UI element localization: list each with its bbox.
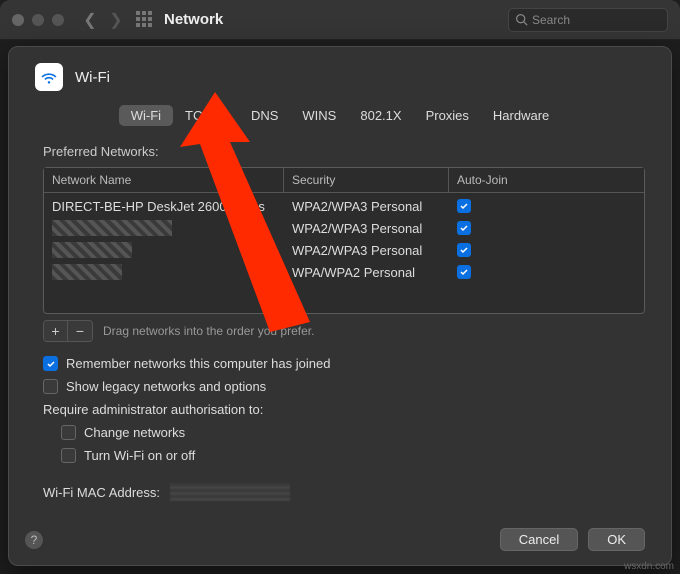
options-section: Remember networks this computer has join… — [43, 356, 645, 501]
legacy-label: Show legacy networks and options — [66, 379, 266, 394]
tab-wins[interactable]: WINS — [290, 105, 348, 126]
mac-address-label: Wi-Fi MAC Address: — [43, 485, 160, 500]
change-networks-label: Change networks — [84, 425, 185, 440]
mac-address-redacted — [170, 483, 290, 501]
autojoin-checkbox[interactable] — [457, 199, 471, 213]
require-admin-row: Require administrator authorisation to: — [43, 402, 645, 417]
window-controls — [12, 14, 64, 26]
autojoin-cell — [449, 221, 644, 235]
redacted-text — [52, 242, 132, 258]
remember-checkbox[interactable] — [43, 356, 58, 371]
redacted-text — [52, 264, 122, 280]
network-name-cell — [44, 264, 284, 280]
network-name-cell — [44, 220, 284, 236]
remember-networks-row[interactable]: Remember networks this computer has join… — [43, 356, 645, 371]
forward-button[interactable]: ❯ — [104, 8, 128, 32]
preferred-networks-label: Preferred Networks: — [43, 144, 645, 159]
col-security[interactable]: Security — [284, 168, 449, 192]
apps-grid-icon[interactable] — [136, 11, 154, 29]
zoom-window[interactable] — [52, 14, 64, 26]
minimize-window[interactable] — [32, 14, 44, 26]
security-cell: WPA2/WPA3 Personal — [284, 221, 449, 236]
require-admin-label: Require administrator authorisation to: — [43, 402, 263, 417]
table-body: DIRECT-BE-HP DeskJet 2600 series WPA2/WP… — [44, 193, 644, 313]
autojoin-cell — [449, 199, 644, 213]
watermark: wsxdn.com — [624, 561, 674, 572]
security-cell: WPA2/WPA3 Personal — [284, 243, 449, 258]
mac-address-row: Wi-Fi MAC Address: — [43, 483, 645, 501]
col-auto-join[interactable]: Auto-Join — [449, 168, 644, 192]
back-button[interactable]: ❮ — [78, 8, 102, 32]
turn-wifi-checkbox[interactable] — [61, 448, 76, 463]
network-name-cell — [44, 242, 284, 258]
remember-label: Remember networks this computer has join… — [66, 356, 330, 371]
table-row[interactable]: DIRECT-BE-HP DeskJet 2600 series WPA2/WP… — [44, 195, 644, 217]
table-header: Network Name Security Auto-Join — [44, 168, 644, 193]
ok-button[interactable]: OK — [588, 528, 645, 551]
autojoin-cell — [449, 243, 644, 257]
tab-8021x[interactable]: 802.1X — [348, 105, 413, 126]
autojoin-checkbox[interactable] — [457, 243, 471, 257]
change-networks-checkbox[interactable] — [61, 425, 76, 440]
tab-dns[interactable]: DNS — [239, 105, 290, 126]
sheet-header: Wi-Fi — [35, 63, 645, 91]
autojoin-checkbox[interactable] — [457, 221, 471, 235]
drag-hint: Drag networks into the order you prefer. — [103, 324, 314, 338]
close-window[interactable] — [12, 14, 24, 26]
security-cell: WPA/WPA2 Personal — [284, 265, 449, 280]
remove-network-button[interactable]: − — [68, 321, 92, 341]
redacted-text — [52, 220, 172, 236]
tab-hardware[interactable]: Hardware — [481, 105, 561, 126]
tab-tcpip[interactable]: TCP/IP — [173, 105, 239, 126]
cancel-button[interactable]: Cancel — [500, 528, 578, 551]
tab-proxies[interactable]: Proxies — [414, 105, 481, 126]
turn-wifi-row[interactable]: Turn Wi-Fi on or off — [61, 448, 645, 463]
search-icon — [515, 13, 528, 26]
network-name-cell: DIRECT-BE-HP DeskJet 2600 series — [44, 199, 284, 214]
change-networks-row[interactable]: Change networks — [61, 425, 645, 440]
networks-table: Network Name Security Auto-Join DIRECT-B… — [43, 167, 645, 314]
sheet-title: Wi-Fi — [75, 69, 110, 86]
legacy-networks-row[interactable]: Show legacy networks and options — [43, 379, 645, 394]
turn-wifi-label: Turn Wi-Fi on or off — [84, 448, 195, 463]
settings-sheet: Wi-Fi Wi-Fi TCP/IP DNS WINS 802.1X Proxi… — [8, 46, 672, 566]
autojoin-checkbox[interactable] — [457, 265, 471, 279]
sheet-footer: ? Cancel OK — [25, 528, 645, 551]
col-network-name[interactable]: Network Name — [44, 168, 284, 192]
search-input[interactable]: Search — [508, 8, 668, 32]
tab-wifi[interactable]: Wi-Fi — [119, 105, 173, 126]
add-remove-bar: + − Drag networks into the order you pre… — [43, 320, 645, 342]
wifi-icon — [35, 63, 63, 91]
window-title: Network — [164, 11, 223, 28]
autojoin-cell — [449, 265, 644, 279]
security-cell: WPA2/WPA3 Personal — [284, 199, 449, 214]
help-button[interactable]: ? — [25, 531, 43, 549]
search-placeholder: Search — [532, 13, 570, 27]
preferred-networks-section: Preferred Networks: Network Name Securit… — [35, 144, 645, 501]
tab-bar: Wi-Fi TCP/IP DNS WINS 802.1X Proxies Har… — [35, 105, 645, 126]
legacy-checkbox[interactable] — [43, 379, 58, 394]
titlebar: ❮ ❯ Network Search — [0, 0, 680, 40]
add-network-button[interactable]: + — [44, 321, 68, 341]
table-row[interactable]: WPA/WPA2 Personal — [44, 261, 644, 283]
add-remove-buttons: + − — [43, 320, 93, 342]
table-row[interactable]: WPA2/WPA3 Personal — [44, 217, 644, 239]
table-row[interactable]: WPA2/WPA3 Personal — [44, 239, 644, 261]
